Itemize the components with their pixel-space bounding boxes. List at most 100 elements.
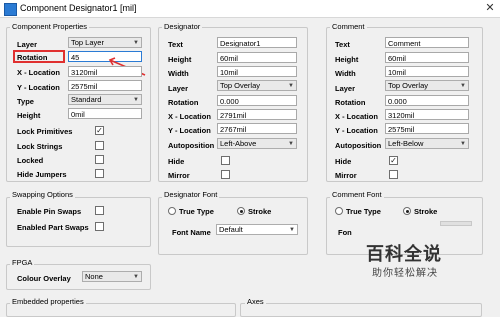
comment-text-input[interactable]: Comment bbox=[385, 37, 469, 48]
designator-rotation-input[interactable]: 0.000 bbox=[217, 95, 297, 106]
axes-panel bbox=[240, 303, 482, 317]
comment-width-label: Width bbox=[335, 69, 356, 78]
designator-font-legend: Designator Font bbox=[162, 190, 220, 199]
locked-checkbox[interactable] bbox=[95, 155, 104, 164]
designator-truetype-label: True Type bbox=[179, 207, 214, 216]
designator-width-label: Width bbox=[168, 69, 189, 78]
close-icon[interactable]: ✕ bbox=[482, 1, 498, 15]
font-name-label: Font Name bbox=[172, 228, 211, 237]
colour-overlay-label: Colour Overlay bbox=[17, 274, 71, 283]
comment-stroke-radio[interactable] bbox=[403, 207, 411, 215]
axes-legend: Axes bbox=[245, 297, 266, 306]
locked-label: Locked bbox=[17, 156, 44, 165]
designator-layer-label: Layer bbox=[168, 84, 189, 93]
designator-stroke-label: Stroke bbox=[248, 207, 272, 216]
comment-autoposition-select[interactable]: Left-Below ▼ bbox=[385, 138, 469, 149]
designator-mirror-label: Mirror bbox=[168, 171, 190, 180]
designator-x-location-input[interactable]: 2791mil bbox=[217, 109, 297, 120]
comment-font-name-label: Fon bbox=[338, 228, 352, 237]
comment-mirror-label: Mirror bbox=[335, 171, 357, 180]
comment-autoposition-label: Autoposition bbox=[335, 141, 382, 150]
component-properties-legend: Component Properties bbox=[10, 22, 90, 31]
layer-select[interactable]: Top Layer ▼ bbox=[68, 37, 142, 48]
comment-truetype-label: True Type bbox=[346, 207, 381, 216]
designator-width-input[interactable]: 10mil bbox=[217, 66, 297, 77]
comment-mirror-checkbox[interactable] bbox=[389, 170, 398, 179]
x-location-input[interactable]: 3120mil bbox=[68, 66, 142, 77]
colour-overlay-select[interactable]: None ▼ bbox=[82, 271, 142, 282]
lock-strings-label: Lock Strings bbox=[17, 142, 63, 151]
designator-height-input[interactable]: 60mil bbox=[217, 52, 297, 63]
swapping-options-panel bbox=[6, 197, 151, 247]
chevron-down-icon: ▼ bbox=[460, 83, 466, 89]
designator-mirror-checkbox[interactable] bbox=[221, 170, 230, 179]
height-label: Height bbox=[17, 111, 41, 120]
designator-stroke-radio[interactable] bbox=[237, 207, 245, 215]
comment-layer-select[interactable]: Top Overlay ▼ bbox=[385, 80, 469, 91]
comment-font-slider[interactable] bbox=[440, 221, 472, 226]
designator-rotation-label: Rotation bbox=[168, 98, 199, 107]
x-location-label: X - Location bbox=[17, 68, 60, 77]
comment-height-label: Height bbox=[335, 55, 359, 64]
comment-hide-checkbox[interactable]: ✓ bbox=[389, 156, 398, 165]
embedded-properties-legend: Embedded properties bbox=[10, 297, 86, 306]
comment-rotation-input[interactable]: 0.000 bbox=[385, 95, 469, 106]
font-name-select[interactable]: Default ▼ bbox=[216, 224, 298, 235]
lock-strings-checkbox[interactable] bbox=[95, 141, 104, 150]
comment-width-input[interactable]: 10mil bbox=[385, 66, 469, 77]
comment-truetype-radio[interactable] bbox=[335, 207, 343, 215]
designator-hide-checkbox[interactable] bbox=[221, 156, 230, 165]
lock-primitives-label: Lock Primitives bbox=[17, 127, 73, 136]
comment-height-input[interactable]: 60mil bbox=[385, 52, 469, 63]
chevron-down-icon: ▼ bbox=[288, 141, 294, 147]
fpga-legend: FPGA bbox=[10, 258, 35, 267]
chevron-down-icon: ▼ bbox=[288, 83, 294, 89]
comment-hide-label: Hide bbox=[335, 157, 352, 166]
enable-pin-swaps-label: Enable Pin Swaps bbox=[17, 207, 82, 216]
designator-truetype-radio[interactable] bbox=[168, 207, 176, 215]
chevron-down-icon: ▼ bbox=[133, 97, 139, 103]
type-label: Type bbox=[17, 97, 34, 106]
hide-jumpers-checkbox[interactable] bbox=[95, 169, 104, 178]
comment-layer-label: Layer bbox=[335, 84, 356, 93]
y-location-input[interactable]: 2575mil bbox=[68, 80, 142, 91]
comment-y-location-label: Y - Location bbox=[335, 126, 378, 135]
watermark-title: 百科全说 bbox=[366, 244, 442, 265]
hide-jumpers-label: Hide Jumpers bbox=[17, 170, 67, 179]
y-location-label: Y - Location bbox=[17, 83, 60, 92]
comment-stroke-label: Stroke bbox=[414, 207, 438, 216]
comment-text-label: Text bbox=[335, 40, 350, 49]
comment-font-legend: Comment Font bbox=[330, 190, 384, 199]
designator-x-location-label: X - Location bbox=[168, 112, 211, 121]
height-input[interactable]: 0mil bbox=[68, 108, 142, 119]
chevron-down-icon: ▼ bbox=[289, 227, 295, 233]
comment-x-location-input[interactable]: 3120mil bbox=[385, 109, 469, 120]
designator-autoposition-label: Autoposition bbox=[168, 141, 215, 150]
designator-y-location-input[interactable]: 2767mil bbox=[217, 123, 297, 134]
chevron-down-icon: ▼ bbox=[133, 274, 139, 280]
designator-legend: Designator bbox=[162, 22, 203, 31]
type-select[interactable]: Standard ▼ bbox=[68, 94, 142, 105]
comment-y-location-input[interactable]: 2575mil bbox=[385, 123, 469, 134]
lock-primitives-checkbox[interactable]: ✓ bbox=[95, 126, 104, 135]
rotation-label: Rotation bbox=[17, 53, 48, 62]
comment-rotation-label: Rotation bbox=[335, 98, 366, 107]
designator-text-input[interactable]: Designator1 bbox=[217, 37, 297, 48]
watermark-subtitle: 助你轻松解决 bbox=[372, 268, 438, 279]
designator-hide-label: Hide bbox=[168, 157, 185, 166]
app-icon bbox=[4, 3, 17, 16]
layer-label: Layer bbox=[17, 40, 38, 49]
enable-part-swaps-checkbox[interactable] bbox=[95, 222, 104, 231]
designator-text-label: Text bbox=[168, 40, 183, 49]
chevron-down-icon: ▼ bbox=[460, 141, 466, 147]
comment-x-location-label: X - Location bbox=[335, 112, 378, 121]
chevron-down-icon: ▼ bbox=[133, 40, 139, 46]
swapping-options-legend: Swapping Options bbox=[10, 190, 75, 199]
designator-y-location-label: Y - Location bbox=[168, 126, 211, 135]
window-title: Component Designator1 [mil] bbox=[20, 3, 137, 13]
designator-layer-select[interactable]: Top Overlay ▼ bbox=[217, 80, 297, 91]
comment-legend: Comment bbox=[330, 22, 367, 31]
enable-part-swaps-label: Enabled Part Swaps bbox=[17, 223, 89, 232]
designator-autoposition-select[interactable]: Left-Above ▼ bbox=[217, 138, 297, 149]
enable-pin-swaps-checkbox[interactable] bbox=[95, 206, 104, 215]
